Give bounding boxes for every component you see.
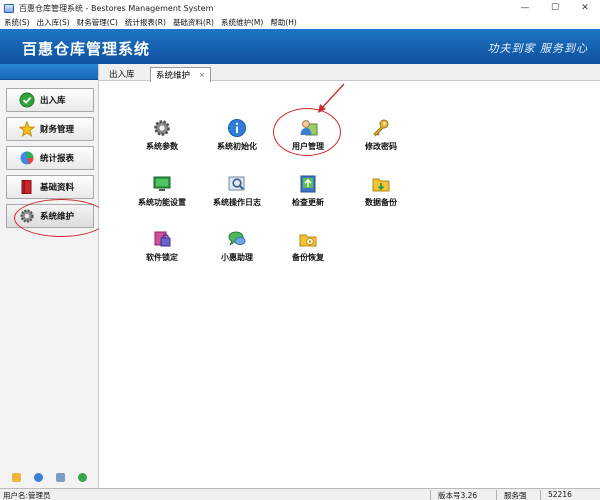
slogan: 功夫到家 服务到心 [487,42,588,55]
maximize-button[interactable]: ☐ [540,0,570,16]
function-feature-settings[interactable]: 系统功能设置 [127,174,197,214]
tab-label: 系统维护 [156,71,191,81]
sidebar-header [0,64,98,80]
tab-label: 出入库 [109,70,135,80]
function-label: 系统操作日志 [213,198,261,207]
function-check-update[interactable]: 检查更新 [273,174,343,214]
sidebar-bottom-icons [0,473,99,482]
annotation-circle-sidebar [14,199,108,237]
function-label: 系统初始化 [217,142,257,151]
function-assistant[interactable]: 小惠助理 [202,229,272,269]
book-icon [19,179,35,195]
function-label: 检查更新 [292,198,324,207]
check-circle-icon [19,92,35,108]
window-controls: — ☐ ✕ [510,0,600,16]
function-change-password[interactable]: 修改密码 [346,118,416,158]
menu-help[interactable]: 帮助(H) [270,17,297,28]
function-label: 系统参数 [146,142,178,151]
key-icon [371,118,391,138]
tab-close-icon[interactable]: × [199,71,205,79]
function-data-backup[interactable]: 数据备份 [346,174,416,214]
status-version: 版本号3.26 [438,491,478,500]
function-system-init[interactable]: 系统初始化 [202,118,272,158]
status-service-label: 服务强 [504,491,527,500]
window-title: 百惠仓库管理系统 - Bestores Management System [19,3,214,13]
function-label: 软件锁定 [146,253,178,262]
function-operation-log[interactable]: 系统操作日志 [202,174,272,214]
function-label: 修改密码 [365,142,397,151]
brand-title: 百惠仓库管理系统 [22,40,151,58]
status-divider [430,490,431,500]
star-icon [19,121,35,137]
title-bar: 百惠仓库管理系统 - Bestores Management System — … [0,0,600,16]
status-service-value: 52216 [548,490,572,499]
window-icon[interactable] [55,473,65,482]
function-label: 小惠助理 [221,253,253,262]
menu-basic-data[interactable]: 基础资料(R) [173,17,214,28]
status-divider [496,490,497,500]
function-system-params[interactable]: 系统参数 [127,118,197,158]
menu-finance[interactable]: 财务管理(C) [77,17,118,28]
log-search-icon [227,174,247,194]
sidebar-item-label: 统计报表 [40,154,75,164]
function-label: 数据备份 [365,198,397,207]
function-software-lock[interactable]: 软件锁定 [127,229,197,269]
tab-strip: 出入库 系统维护 × [99,64,600,82]
note-icon[interactable] [12,473,22,482]
restore-icon [298,229,318,249]
sidebar-item-label: 出入库 [40,96,66,106]
status-bar: 用户名:管理员 版本号3.26 服务强 52216 [0,488,600,500]
header-banner: 百惠仓库管理系统 功夫到家 服务到心 [0,29,600,64]
status-divider [540,490,541,500]
status-user: 用户名:管理员 [3,491,51,500]
sidebar-item-label: 财务管理 [40,125,75,135]
backup-folder-icon [371,174,391,194]
main-content: 出入库 系统维护 × 系统参数 系统初始化 用户管理 修改密码 系统功能设置 系… [99,64,600,488]
function-label: 系统功能设置 [138,198,186,207]
menu-inout[interactable]: 出入库(S) [37,17,70,28]
function-backup-restore[interactable]: 备份恢复 [273,229,343,269]
lock-icon [152,229,172,249]
menu-bar: 系统(S) 出入库(S) 财务管理(C) 统计报表(R) 基础资料(R) 系统维… [0,16,600,29]
menu-maintenance[interactable]: 系统维护(M) [221,17,263,28]
minimize-button[interactable]: — [510,0,540,16]
app-icon [4,3,14,13]
info-icon [227,118,247,138]
help-icon[interactable] [34,473,44,482]
chat-icon [227,229,247,249]
menu-reports[interactable]: 统计报表(R) [125,17,166,28]
sidebar: 出入库 财务管理 统计报表 基础资料 系统维护 [0,64,99,488]
sidebar-item-inout[interactable]: 出入库 [6,88,94,112]
sidebar-item-reports[interactable]: 统计报表 [6,146,94,170]
gear-icon [152,118,172,138]
monitor-icon [152,174,172,194]
sidebar-item-label: 基础资料 [40,183,75,193]
update-icon [298,174,318,194]
annotation-arrow [318,83,345,113]
tab-inout[interactable]: 出入库 [104,67,140,81]
sidebar-item-basic-data[interactable]: 基础资料 [6,175,94,199]
tab-maintenance[interactable]: 系统维护 × [150,67,211,82]
close-button[interactable]: ✕ [570,0,600,16]
sidebar-item-finance[interactable]: 财务管理 [6,117,94,141]
menu-system[interactable]: 系统(S) [4,17,30,28]
power-icon[interactable] [77,473,87,482]
function-label: 备份恢复 [292,253,324,262]
pie-chart-icon [19,150,35,166]
